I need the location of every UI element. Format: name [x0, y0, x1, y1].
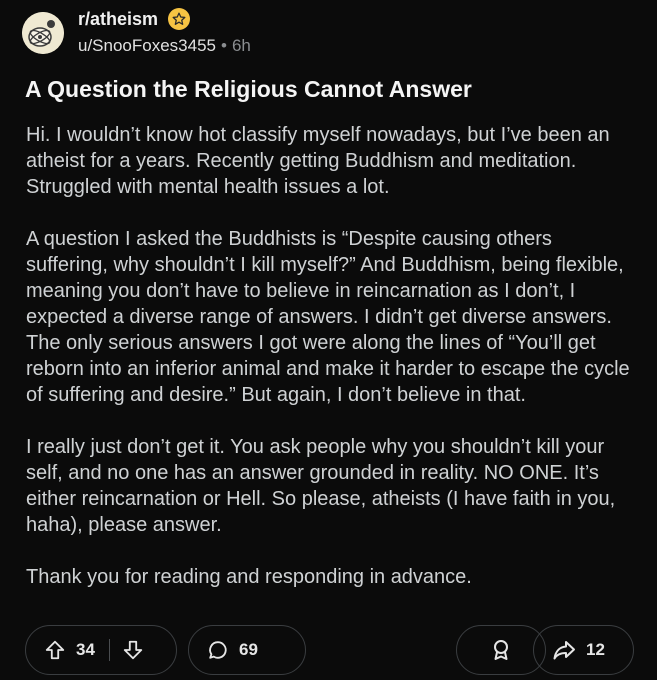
comment-count: 69 — [239, 640, 258, 659]
upvote-count: 34 — [76, 640, 95, 659]
subreddit-name[interactable]: r/atheism — [78, 8, 158, 30]
author-username[interactable]: u/SnooFoxes3455 — [78, 36, 216, 55]
subreddit-avatar-icon[interactable] — [22, 12, 64, 54]
comments-button[interactable]: 69 — [188, 625, 306, 675]
post-actions-bar: 34 69 12 — [25, 625, 635, 677]
share-arrow-icon — [552, 638, 576, 662]
post-paragraph: Thank you for reading and responding in … — [26, 566, 472, 588]
post-body: Hi. I wouldn’t know hot classify myself … — [26, 122, 636, 616]
award-icon — [489, 638, 513, 662]
post-title: A Question the Religious Cannot Answer — [25, 76, 472, 102]
post-header: r/atheism u/SnooFoxes3455 • 6h — [22, 8, 642, 56]
meta-separator: • — [221, 36, 227, 55]
post-paragraph: I really just don’t get it. You ask peop… — [26, 436, 616, 536]
author-row: u/SnooFoxes3455 • 6h — [78, 35, 251, 57]
post-age: 6h — [231, 36, 251, 55]
vote-control: 34 — [25, 625, 177, 675]
arrow-down-icon[interactable] — [122, 639, 144, 661]
speech-bubble-icon — [207, 639, 229, 661]
post-paragraph: Hi. I wouldn’t know hot classify myself … — [26, 124, 610, 198]
star-badge-icon — [168, 8, 191, 30]
arrow-up-icon[interactable] — [44, 639, 66, 661]
subreddit-row: r/atheism — [78, 8, 251, 30]
share-button[interactable]: 12 — [533, 625, 634, 675]
post-paragraph: A question I asked the Buddhists is “Des… — [26, 228, 630, 406]
post-meta: r/atheism u/SnooFoxes3455 • 6h — [78, 8, 251, 57]
vote-divider — [108, 639, 110, 661]
share-count: 12 — [586, 640, 605, 659]
